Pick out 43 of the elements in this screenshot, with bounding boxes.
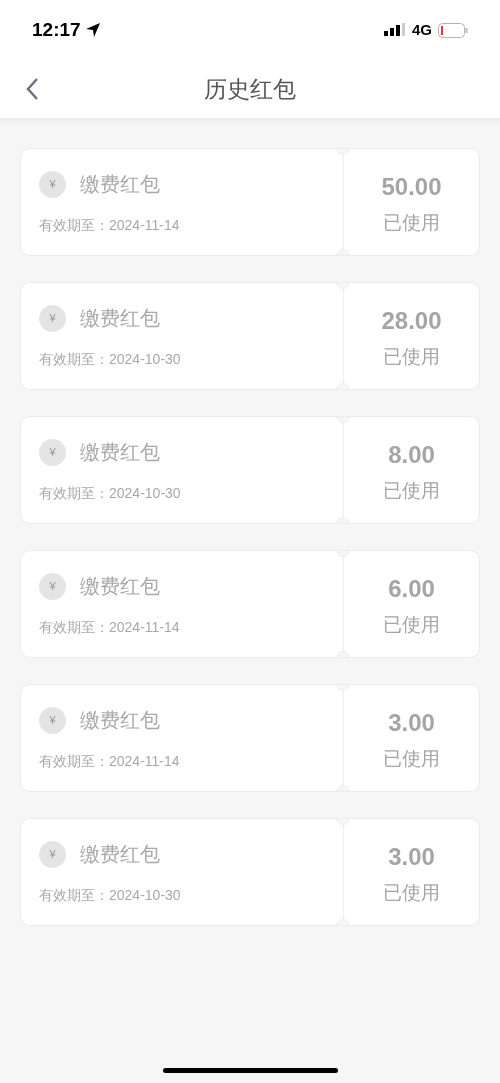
expiry-date: 有效期至：2024-10-30 [39, 350, 182, 369]
coin-icon: ¥ [39, 572, 66, 600]
usage-status: 已使用 [383, 345, 440, 369]
expiry-date: 有效期至：2024-10-30 [39, 484, 182, 503]
coupon-amount: 6.00 [388, 574, 435, 604]
battery-icon [438, 22, 468, 38]
coupon-amount: 50.00 [381, 172, 442, 202]
coupon-card[interactable]: ¥ 缴费红包 有效期至：2024-11-14 6.00 已使用 [20, 550, 480, 658]
status-time: 12:17 [32, 17, 81, 42]
coupon-amount: 28.00 [381, 306, 442, 336]
expiry-date: 有效期至：2024-10-30 [39, 886, 182, 905]
back-icon [25, 77, 39, 101]
coupon-card[interactable]: ¥ 缴费红包 有效期至：2024-10-30 3.00 已使用 [20, 818, 480, 926]
usage-status: 已使用 [383, 479, 440, 503]
usage-status: 已使用 [383, 881, 440, 905]
coin-icon: ¥ [39, 438, 66, 466]
expiry-date: 有效期至：2024-11-14 [39, 752, 181, 771]
coupon-card[interactable]: ¥ 缴费红包 有效期至：2024-10-30 28.00 已使用 [20, 282, 480, 390]
coupon-card[interactable]: ¥ 缴费红包 有效期至：2024-11-14 50.00 已使用 [20, 148, 480, 256]
coin-icon: ¥ [39, 840, 66, 868]
usage-status: 已使用 [383, 747, 440, 771]
coupon-card[interactable]: ¥ 缴费红包 有效期至：2024-10-30 8.00 已使用 [20, 416, 480, 524]
usage-status: 已使用 [383, 613, 440, 637]
coupon-name: 缴费红包 [80, 574, 160, 599]
coupon-name: 缴费红包 [80, 708, 160, 733]
coupon-name: 缴费红包 [80, 172, 160, 197]
coupon-card[interactable]: ¥ 缴费红包 有效期至：2024-11-14 3.00 已使用 [20, 684, 480, 792]
coupon-name: 缴费红包 [80, 306, 160, 331]
signal-icon [384, 23, 406, 37]
page-title: 历史红包 [204, 74, 296, 104]
location-arrow-icon [84, 22, 101, 38]
expiry-date: 有效期至：2024-11-14 [39, 216, 181, 235]
coupon-amount: 3.00 [388, 708, 435, 738]
expiry-date: 有效期至：2024-11-14 [39, 618, 181, 637]
coupon-amount: 3.00 [388, 842, 435, 872]
coupon-name: 缴费红包 [80, 440, 160, 465]
coin-icon: ¥ [39, 170, 66, 198]
coupon-amount: 8.00 [388, 440, 435, 470]
coupon-name: 缴费红包 [80, 842, 160, 867]
usage-status: 已使用 [383, 211, 440, 235]
network-label: 4G [412, 19, 432, 40]
coin-icon: ¥ [39, 706, 66, 734]
coin-icon: ¥ [39, 304, 66, 332]
